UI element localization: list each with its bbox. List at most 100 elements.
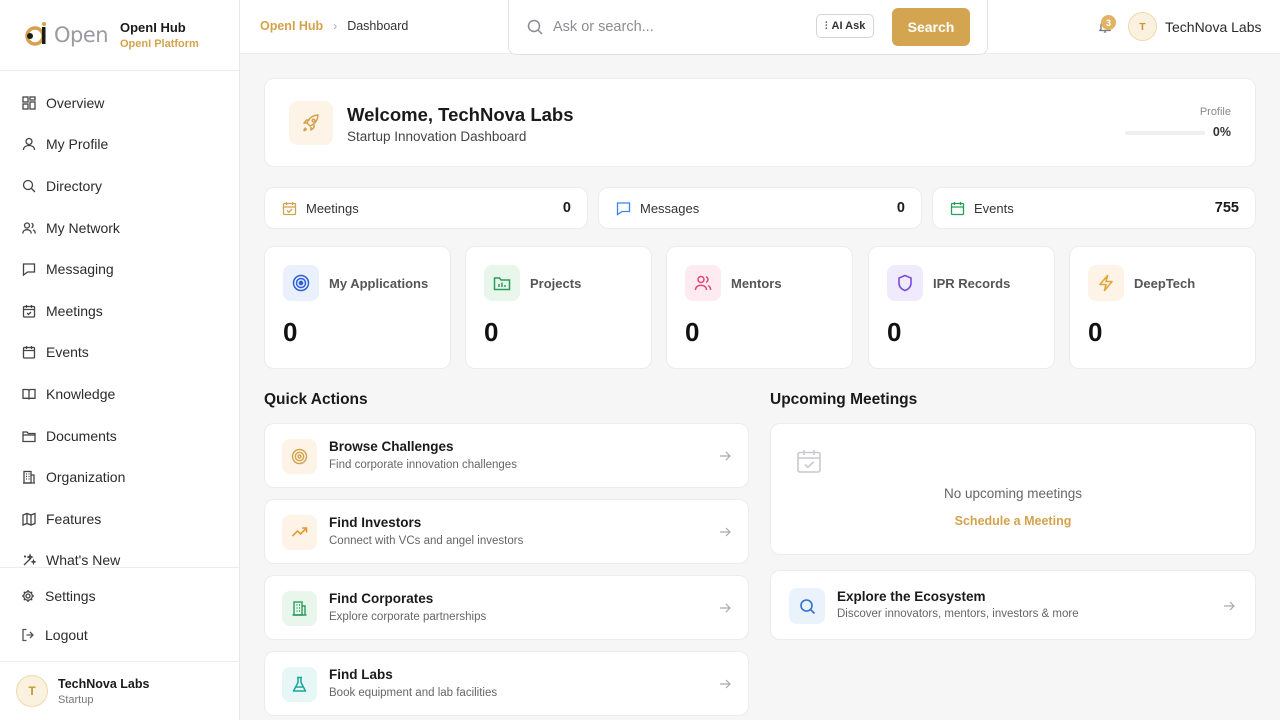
stat-events[interactable]: Events 755	[932, 187, 1256, 229]
search-bar: ⫶ AI Ask Search	[508, 0, 988, 55]
arrow-right-icon	[718, 677, 732, 691]
sidebar-item-logout[interactable]: Logout	[0, 615, 240, 654]
building-icon	[282, 591, 317, 626]
sidebar-item-messaging[interactable]: Messaging	[0, 248, 239, 290]
action-find-investors[interactable]: Find Investors Connect with VCs and ange…	[264, 499, 749, 564]
sidebar-user-names: TechNova Labs Startup	[58, 677, 149, 706]
explore-title: Explore the Ecosystem	[837, 589, 986, 604]
brand-subtitle: OpenI Platform	[120, 38, 199, 50]
metric-value: 0	[484, 317, 499, 347]
explore-ecosystem-card[interactable]: Explore the Ecosystem Discover innovator…	[770, 570, 1256, 640]
lightning-icon	[1088, 265, 1124, 301]
stat-label: Events	[974, 200, 1014, 216]
sidebar-item-documents[interactable]: Documents	[0, 415, 239, 457]
action-title: Find Labs	[329, 667, 393, 682]
no-meetings-text: No upcoming meetings	[943, 486, 1083, 501]
action-title: Find Investors	[329, 515, 422, 530]
calendar-icon	[950, 201, 965, 216]
shield-icon	[887, 265, 923, 301]
sidebar-item-label: Meetings	[46, 302, 103, 319]
header-user-menu[interactable]: T TechNova Labs	[1128, 12, 1262, 41]
sidebar-item-overview[interactable]: Overview	[0, 82, 239, 124]
profile-progress-bar	[1125, 131, 1205, 135]
sidebar-item-label: Organization	[46, 469, 126, 486]
sidebar-item-directory[interactable]: Directory	[0, 165, 239, 207]
sidebar-bottom: Settings Logout	[0, 567, 240, 654]
arrow-right-icon	[718, 525, 732, 539]
avatar: T	[1128, 12, 1157, 41]
sidebar-item-settings[interactable]: Settings	[0, 576, 240, 615]
flask-icon	[282, 667, 317, 702]
search-icon	[527, 19, 543, 35]
avatar: T	[16, 675, 48, 707]
breadcrumb-separator: ›	[333, 19, 338, 33]
folder-chart-icon	[484, 265, 520, 301]
metric-label: Projects	[530, 276, 582, 291]
metric-ipr-records[interactable]: IPR Records 0	[868, 246, 1055, 369]
breadcrumb: OpenI Hub › Dashboard	[260, 19, 408, 33]
map-icon	[22, 512, 36, 526]
logout-label: Logout	[45, 626, 88, 643]
action-browse-challenges[interactable]: Browse Challenges Find corporate innovat…	[264, 423, 749, 488]
user-icon	[22, 137, 36, 151]
sidebar-item-label: Messaging	[46, 261, 114, 278]
welcome-subtitle: Startup Innovation Dashboard	[347, 129, 527, 144]
sidebar-item-meetings[interactable]: Meetings	[0, 290, 239, 332]
upcoming-meetings-title: Upcoming Meetings	[770, 391, 918, 408]
openi-logo[interactable]: Open	[22, 19, 110, 51]
search-input[interactable]	[553, 19, 803, 35]
explore-subtitle: Discover innovators, mentors, investors …	[837, 608, 1079, 620]
sparkle-icon	[22, 553, 36, 567]
sidebar-item-label: What's New	[46, 552, 121, 569]
sidebar-item-label: Directory	[46, 177, 103, 194]
users-icon	[685, 265, 721, 301]
sidebar-item-my-network[interactable]: My Network	[0, 207, 239, 249]
breadcrumb-root-link[interactable]: OpenI Hub	[260, 19, 323, 33]
metric-label: IPR Records	[933, 276, 1011, 291]
stat-label: Messages	[640, 200, 700, 216]
sidebar-item-organization[interactable]: Organization	[0, 456, 239, 498]
sidebar-user-name: TechNova Labs	[58, 676, 150, 691]
calendar-check-icon	[282, 201, 297, 216]
sidebar-item-knowledge[interactable]: Knowledge	[0, 373, 239, 415]
sidebar-item-label: Documents	[46, 427, 117, 444]
sidebar-item-label: Events	[46, 344, 89, 361]
metric-my-applications[interactable]: My Applications 0	[264, 246, 451, 369]
action-subtitle: Find corporate innovation challenges	[329, 459, 517, 471]
stat-messages[interactable]: Messages 0	[598, 187, 922, 229]
sidebar-item-features[interactable]: Features	[0, 498, 239, 540]
sidebar-item-events[interactable]: Events	[0, 332, 239, 374]
metric-value: 0	[685, 317, 700, 347]
metric-mentors[interactable]: Mentors 0	[666, 246, 853, 369]
action-find-labs[interactable]: Find Labs Book equipment and lab facilit…	[264, 651, 749, 716]
arrow-right-icon	[718, 601, 732, 615]
brand-header: Open OpenI Hub OpenI Platform	[0, 0, 239, 71]
grid-icon	[22, 96, 36, 110]
sidebar-item-my-profile[interactable]: My Profile	[0, 124, 239, 166]
sidebar-user[interactable]: T TechNova Labs Startup	[0, 661, 240, 720]
ai-ask-button[interactable]: ⫶ AI Ask	[816, 14, 875, 38]
metric-value: 0	[1088, 317, 1103, 347]
brand-titles: OpenI Hub OpenI Platform	[120, 20, 199, 50]
stat-value: 0	[896, 200, 905, 216]
trending-up-icon	[282, 515, 317, 550]
logo-mark-icon	[25, 22, 46, 46]
search-icon	[22, 179, 36, 193]
stat-meetings[interactable]: Meetings 0	[264, 187, 588, 229]
stat-value: 0	[562, 200, 571, 216]
sidebar: Open OpenI Hub OpenI Platform Overview M…	[0, 0, 240, 720]
notification-badge: 3	[1101, 15, 1116, 30]
metric-projects[interactable]: Projects 0	[465, 246, 652, 369]
book-icon	[22, 387, 36, 401]
search-button[interactable]: Search	[892, 8, 970, 46]
gear-icon	[21, 589, 35, 603]
top-header: OpenI Hub › Dashboard ⫶ AI Ask Search 3 …	[240, 0, 1280, 55]
action-title: Find Corporates	[329, 591, 434, 606]
schedule-meeting-link[interactable]: Schedule a Meeting	[771, 514, 1255, 528]
action-subtitle: Connect with VCs and angel investors	[329, 535, 524, 547]
metric-label: My Applications	[329, 276, 429, 291]
header-user-name: TechNova Labs	[1165, 18, 1262, 35]
action-find-corporates[interactable]: Find Corporates Explore corporate partne…	[264, 575, 749, 640]
sidebar-item-label: Knowledge	[46, 385, 116, 402]
metric-deeptech[interactable]: DeepTech 0	[1069, 246, 1256, 369]
